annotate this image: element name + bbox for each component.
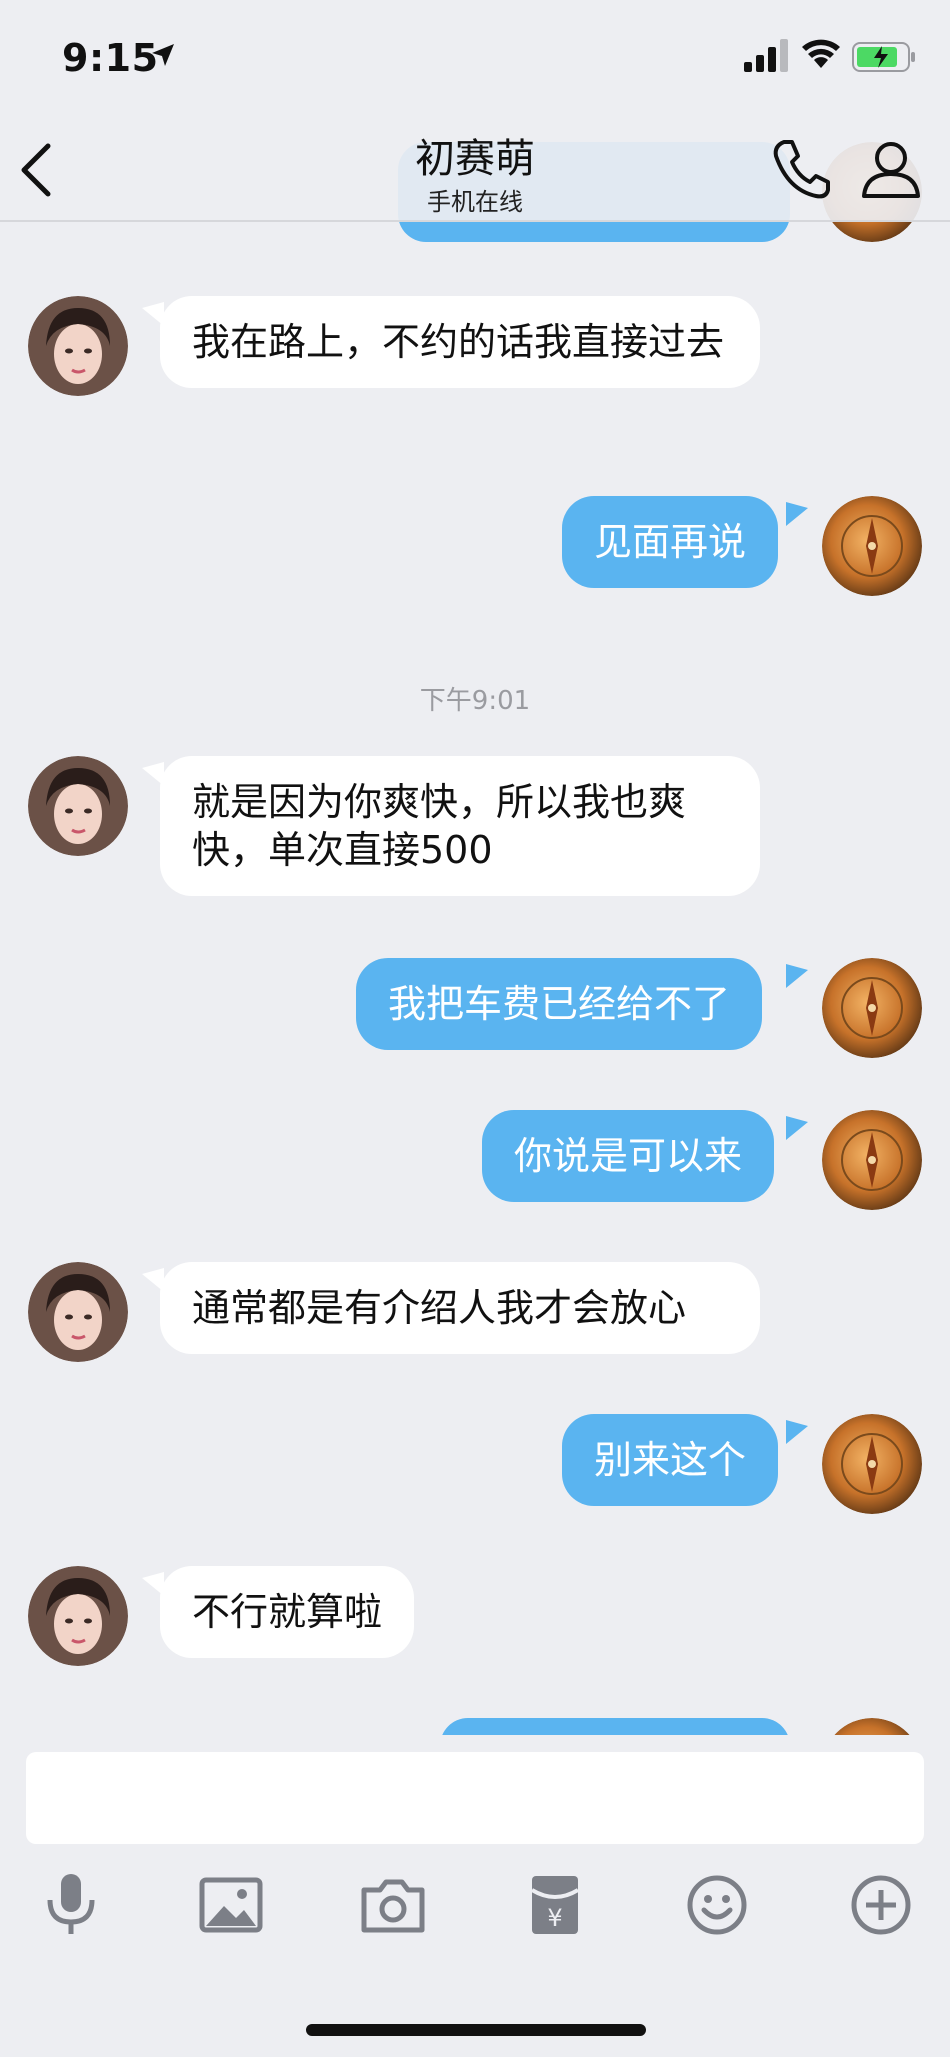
message-list[interactable]: 我在路上，不约的话我直接过去 见面再说 下午9:01 就是因为你爽快，所以我也爽… [0,0,950,1735]
my-avatar[interactable] [822,958,922,1058]
bubble-tail [786,1420,808,1444]
contact-avatar[interactable] [28,756,128,856]
bubble-tail [786,964,808,988]
camera-icon[interactable] [358,1870,428,1940]
svg-text:¥: ¥ [547,1904,562,1932]
phone-icon[interactable] [770,136,832,202]
profile-icon[interactable] [860,138,922,200]
message-bubble-in[interactable]: 不行就算啦 [160,1566,415,1658]
chat-header: 初赛萌 手机在线 [0,110,950,222]
bubble-tail [786,502,808,526]
message-bubble-in[interactable]: 我在路上，不约的话我直接过去 [160,296,760,388]
red-packet-icon[interactable]: ¥ [520,1870,590,1940]
message-bubble-out[interactable]: 你说是可以来 [482,1110,775,1202]
message-bubble-in[interactable]: 就是因为你爽快，所以我也爽快，单次直接500 [160,756,760,896]
timestamp: 下午9:01 [419,686,531,716]
message-bubble-out[interactable]: 别来这个 [562,1414,779,1506]
plus-icon[interactable] [846,1870,916,1940]
home-indicator[interactable] [306,2024,646,2036]
my-avatar[interactable] [822,1414,922,1514]
message-bubble-out[interactable]: 我把车费已经给不了 [356,958,763,1050]
contact-avatar[interactable] [28,1566,128,1666]
message-bubble-out[interactable]: 见面再说 [562,496,779,588]
input-toolbar: ¥ [0,1870,950,1950]
status-bar: 9:15 [0,0,950,110]
battery-icon [852,42,915,72]
message-bubble-partial[interactable] [440,1718,790,1735]
contact-avatar[interactable] [28,296,128,396]
my-avatar[interactable] [822,496,922,596]
contact-avatar[interactable] [28,1262,128,1362]
mic-icon[interactable] [36,1870,106,1940]
my-avatar[interactable] [822,1718,922,1735]
cellular-signal-icon [744,39,788,72]
status-time: 9:15 [62,36,159,80]
location-arrow-icon [152,44,174,66]
emoji-icon[interactable] [682,1870,752,1940]
wifi-icon [802,39,840,68]
my-avatar[interactable] [822,1110,922,1210]
message-bubble-in[interactable]: 通常都是有介绍人我才会放心 [160,1262,760,1354]
message-input[interactable] [26,1752,924,1844]
bubble-tail [786,1116,808,1140]
image-icon[interactable] [196,1870,266,1940]
